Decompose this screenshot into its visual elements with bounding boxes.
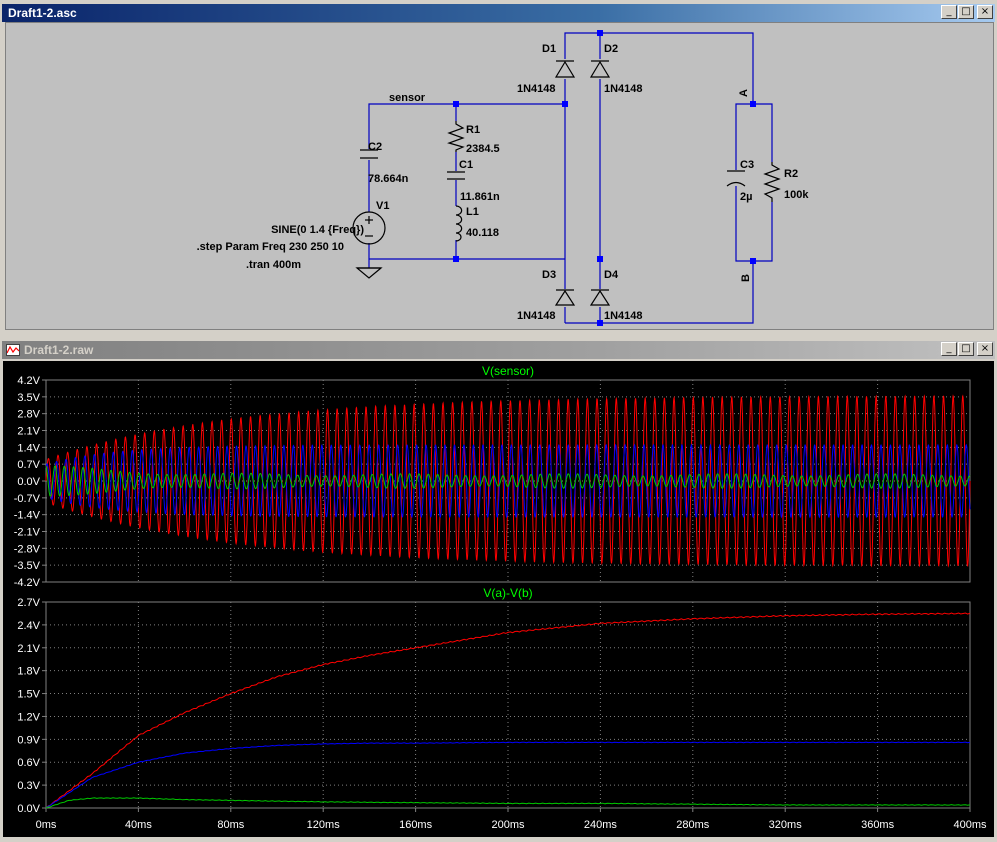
r1-name: R1 (466, 124, 480, 136)
schematic-canvas[interactable]: sensor A B D1 1N4148 D2 1N4148 D3 1N4148… (5, 22, 994, 330)
x-tick-label: 80ms (217, 819, 244, 831)
d1-name: D1 (542, 43, 556, 55)
y-tick-label: 1.8V (17, 666, 40, 678)
y-tick-label: 1.5V (17, 689, 40, 701)
c1-name: C1 (459, 159, 473, 171)
d4-model: 1N4148 (604, 310, 643, 322)
waveform-icon (6, 344, 20, 356)
waveform-plots: 4.2V 3.5V 2.8V 2.1V 1.4V 0.7V 0.0V -0.7V -1.4V -2… (14, 364, 987, 831)
minimize-button[interactable]: _ (941, 342, 957, 356)
c2-name: C2 (368, 141, 382, 153)
net-label-a: A (738, 89, 750, 97)
d2-name: D2 (604, 43, 618, 55)
y-tick-label: -0.7V (14, 493, 41, 505)
d2-model: 1N4148 (604, 83, 643, 95)
close-button[interactable]: × (977, 342, 993, 356)
schematic-title: Draft1-2.asc (8, 6, 77, 20)
maximize-button[interactable]: □ (958, 342, 974, 356)
y-tick-label: -1.4V (14, 510, 41, 522)
x-tick-label: 280ms (676, 819, 710, 831)
x-tick-label: 0ms (36, 819, 57, 831)
x-tick-label: 360ms (861, 819, 895, 831)
chart-title[interactable]: V(a)-V(b) (483, 586, 532, 600)
v1-value: SINE(0 1.4 {Freq}) (271, 224, 364, 236)
tran-directive[interactable]: .tran 400m (246, 259, 301, 271)
y-tick-label: -3.5V (14, 560, 41, 572)
c3-name: C3 (740, 159, 754, 171)
chart-title[interactable]: V(sensor) (482, 364, 534, 378)
y-tick-label: 0.0V (17, 803, 40, 815)
resistor-r1-symbol (447, 121, 465, 152)
x-tick-label: 160ms (399, 819, 433, 831)
y-tick-label: 0.6V (17, 757, 40, 769)
schematic-drawing: sensor A B D1 1N4148 D2 1N4148 D3 1N4148… (197, 30, 809, 326)
c1-value: 11.861n (460, 191, 500, 203)
r1-value: 2384.5 (466, 143, 500, 155)
schematic-window: Draft1-2.asc _ □ × sensor A B D1 1N4148 … (0, 0, 997, 335)
diode-d1-symbol (554, 60, 576, 78)
l1-value: 40.118 (466, 227, 499, 239)
x-tick-label: 240ms (584, 819, 618, 831)
x-tick-label: 40ms (125, 819, 152, 831)
y-tick-label: 2.7V (17, 597, 40, 609)
y-tick-label: 1.2V (17, 711, 40, 723)
x-tick-label: 320ms (769, 819, 803, 831)
resistor-r2-symbol (763, 162, 781, 202)
y-tick-label: -2.8V (14, 543, 41, 555)
capacitor-c1-symbol (447, 171, 465, 180)
y-tick-label: 0.3V (17, 780, 40, 792)
x-tick-label: 200ms (491, 819, 525, 831)
close-button[interactable]: × (977, 5, 993, 19)
diode-d2-symbol (589, 60, 611, 78)
step-directive[interactable]: .step Param Freq 230 250 10 (197, 241, 344, 253)
y-tick-label: 4.2V (17, 375, 40, 387)
diode-d4-symbol (589, 289, 611, 306)
schematic-window-buttons: _ □ × (940, 5, 993, 19)
ground-icon (355, 267, 383, 279)
minimize-button[interactable]: _ (941, 5, 957, 19)
y-tick-label: 2.8V (17, 409, 40, 421)
net-label-b: B (740, 274, 752, 282)
y-tick-label: 1.4V (17, 442, 40, 454)
y-tick-label: 3.5V (17, 392, 40, 404)
waveform-plot-area[interactable]: 4.2V 3.5V 2.8V 2.1V 1.4V 0.7V 0.0V -0.7V -1.4V -2… (3, 361, 994, 837)
waveform-titlebar[interactable]: Draft1-2.raw _ □ × (2, 341, 995, 359)
x-tick-label: 400ms (953, 819, 987, 831)
junctions (453, 30, 756, 326)
schematic-titlebar[interactable]: Draft1-2.asc _ □ × (2, 4, 995, 22)
waveform-title: Draft1-2.raw (24, 343, 94, 357)
d3-name: D3 (542, 269, 556, 281)
r2-name: R2 (784, 168, 798, 180)
waveform-window-buttons: _ □ × (940, 342, 993, 356)
y-tick-label: 2.4V (17, 620, 40, 632)
capacitor-c3-symbol (726, 170, 746, 187)
y-tick-label: -4.2V (14, 577, 41, 589)
y-tick-label: 0.0V (17, 476, 40, 488)
d1-model: 1N4148 (517, 83, 556, 95)
diode-d3-symbol (554, 289, 576, 306)
chart-1: 4.2V 3.5V 2.8V 2.1V 1.4V 0.7V 0.0V -0.7V -1.4V -2… (14, 364, 971, 589)
l1-name: L1 (466, 206, 479, 218)
d3-model: 1N4148 (517, 310, 556, 322)
c3-value: 2µ (740, 191, 752, 203)
x-tick-label: 120ms (307, 819, 341, 831)
y-tick-label: -2.1V (14, 527, 41, 539)
inductor-l1-symbol (455, 205, 463, 242)
r2-value: 100k (784, 189, 809, 201)
y-tick-label: 2.1V (17, 643, 40, 655)
v1-name: V1 (376, 200, 389, 212)
maximize-button[interactable]: □ (958, 5, 974, 19)
d4-name: D4 (604, 269, 619, 281)
y-tick-label: 0.9V (17, 734, 40, 746)
y-tick-label: 0.7V (17, 459, 40, 471)
y-tick-label: 2.1V (17, 426, 40, 438)
chart-2: 2.7V 2.4V 2.1V 1.8V 1.5V 1.2V 0.9V 0.6V 0.3V 0.0V… (17, 586, 987, 831)
net-label-sensor: sensor (389, 92, 426, 104)
diodes (554, 60, 611, 306)
c2-value: 78.664n (368, 173, 409, 185)
